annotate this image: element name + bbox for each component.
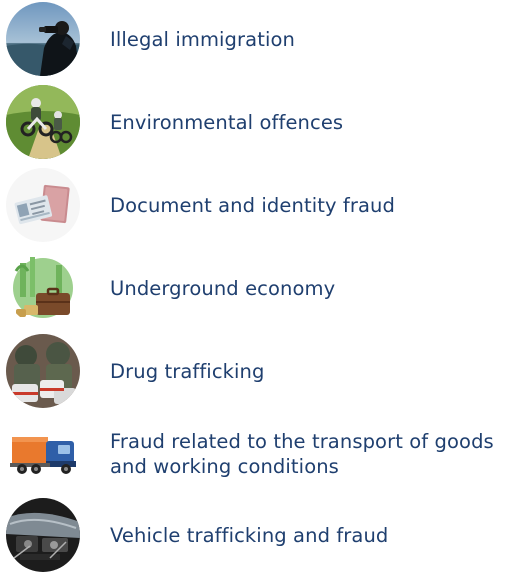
list-item-underground-economy: Underground economy [4,251,512,327]
drug-packages-icon [6,334,80,408]
truck-icon [6,417,80,491]
item-label: Underground economy [110,276,336,300]
item-label: Drug trafficking [110,359,265,383]
crime-category-list: Illegal immigration Environmental offenc… [0,0,515,572]
list-item-transport-fraud: Fraud related to the transport of goods … [4,417,512,493]
binoculars-icon [6,2,80,76]
id-card-icon [6,168,80,242]
list-item-environmental-offences: Environmental offences [4,85,512,161]
car-engine-icon [6,498,80,572]
item-label: Document and identity fraud [110,193,395,217]
item-label: Environmental offences [110,110,344,134]
list-item-vehicle-trafficking: Vehicle trafficking and fraud [4,498,512,574]
list-item-document-identity-fraud: Document and identity fraud [4,168,512,244]
item-label: Illegal immigration [110,27,295,51]
list-item-illegal-immigration: Illegal immigration [4,2,512,78]
briefcase-icon [6,251,80,325]
item-label: Fraud related to the transport of goods … [110,430,494,478]
item-label: Vehicle trafficking and fraud [110,523,389,547]
list-item-drug-trafficking: Drug trafficking [4,334,512,410]
motorbike-icon [6,85,80,159]
